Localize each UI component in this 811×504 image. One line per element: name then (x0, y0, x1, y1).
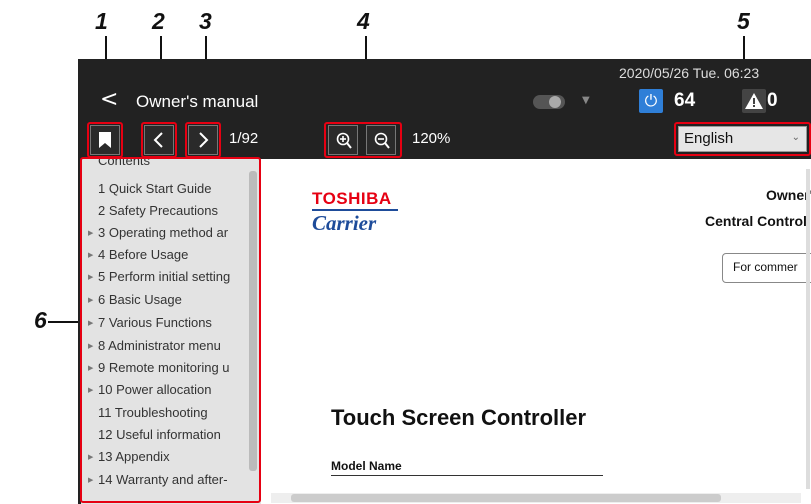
page-indicator: 1/92 (229, 130, 259, 147)
doc-owner-text: Owner's (766, 187, 811, 203)
document-viewer[interactable]: TOSHIBA Carrier Owner's Central Control … (261, 159, 811, 504)
doc-commercial-text: For commer (733, 260, 798, 274)
datetime: 2020/05/26 Tue. 06:23 (619, 65, 760, 81)
alarm-count: 0 (767, 90, 778, 111)
callout-4: 4 (357, 8, 370, 34)
leader-line-6 (48, 321, 80, 323)
highlight-sidebar (80, 157, 261, 503)
highlight-zoom (324, 122, 402, 158)
zoom-level: 120% (412, 130, 451, 147)
highlight-next (185, 122, 221, 158)
page-title: Owner's manual (136, 92, 259, 111)
chevron-down-icon[interactable]: ▼ (582, 95, 590, 106)
doc-model-underline (331, 475, 603, 476)
highlight-language (674, 122, 811, 156)
display-toggle[interactable] (533, 95, 565, 109)
doc-model-label: Model Name (331, 459, 402, 473)
doc-commercial-box: For commer (722, 253, 811, 283)
back-button[interactable]: < (100, 89, 118, 111)
toshiba-logo: TOSHIBA (312, 189, 392, 208)
carrier-logo: Carrier (312, 211, 377, 235)
app-window: 2020/05/26 Tue. 06:23 < Owner's manual ▼… (78, 59, 811, 504)
highlight-prev (141, 122, 177, 158)
callout-2: 2 (152, 8, 165, 34)
doc-central-text: Central Control (705, 213, 807, 229)
toggle-knob (549, 96, 561, 108)
highlight-bookmark (87, 122, 123, 158)
warning-icon[interactable] (742, 89, 766, 113)
power-count: 64 (674, 90, 696, 111)
doc-horizontal-scrollbar[interactable] (271, 493, 801, 503)
callout-1: 1 (95, 8, 108, 34)
doc-vertical-scrollbar[interactable] (806, 169, 810, 489)
scrollbar-thumb[interactable] (291, 494, 721, 502)
power-icon[interactable]: ⏻ (639, 89, 663, 113)
callout-5: 5 (737, 8, 750, 34)
doc-heading: Touch Screen Controller (331, 405, 587, 430)
callout-6: 6 (34, 307, 47, 333)
callout-3: 3 (199, 8, 212, 34)
